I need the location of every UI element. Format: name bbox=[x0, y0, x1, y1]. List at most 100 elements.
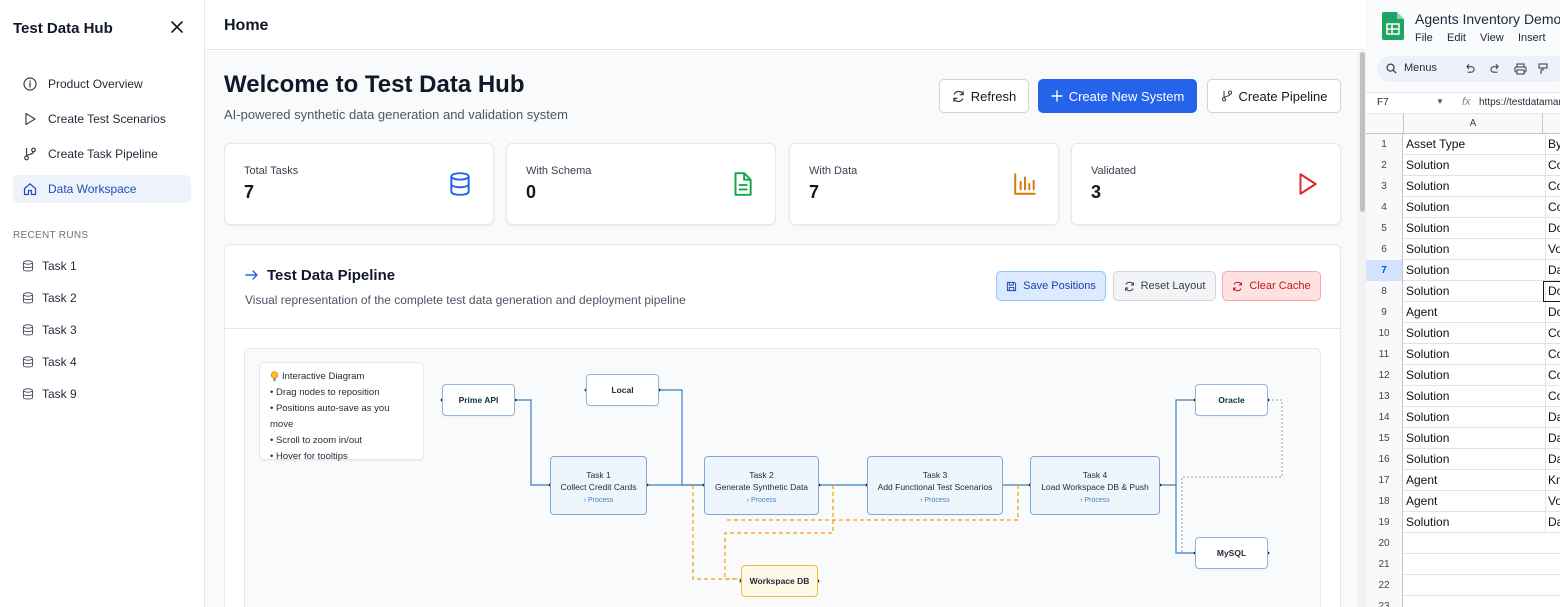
recent-run-item[interactable]: Task 9 bbox=[22, 385, 77, 403]
row-number[interactable]: 19 bbox=[1366, 512, 1403, 533]
cell-b[interactable]: Vo bbox=[1545, 491, 1560, 512]
row-number[interactable]: 14 bbox=[1366, 407, 1403, 428]
clear-cache-button[interactable]: Clear Cache bbox=[1222, 271, 1321, 301]
menu-view[interactable]: View bbox=[1480, 32, 1504, 44]
cell-a[interactable]: Solution bbox=[1406, 407, 1543, 428]
recent-run-item[interactable]: Task 1 bbox=[22, 257, 77, 275]
main-scrollbar-thumb[interactable] bbox=[1360, 52, 1365, 212]
cell-a[interactable]: Solution bbox=[1406, 449, 1543, 470]
nav-data-workspace[interactable]: Data Workspace bbox=[13, 175, 191, 203]
cell-b[interactable]: Co bbox=[1545, 344, 1560, 365]
menu-file[interactable]: File bbox=[1415, 32, 1433, 44]
node-task-1[interactable]: Task 1 Collect Credit Cards › Process bbox=[550, 456, 647, 515]
cell-a[interactable]: Solution bbox=[1406, 155, 1543, 176]
menu-edit[interactable]: Edit bbox=[1447, 32, 1466, 44]
cell-a[interactable]: Agent bbox=[1406, 302, 1543, 323]
formula-input[interactable]: https://testdatamanager bbox=[1479, 97, 1560, 108]
save-positions-button[interactable]: Save Positions bbox=[996, 271, 1106, 301]
recent-run-item[interactable]: Task 3 bbox=[22, 321, 77, 339]
cell-b[interactable]: Kn bbox=[1545, 470, 1560, 491]
row-number[interactable]: 9 bbox=[1366, 302, 1403, 323]
node-prime-api[interactable]: Prime API bbox=[442, 384, 515, 416]
node-local[interactable]: Local bbox=[586, 374, 659, 406]
row-number[interactable]: 17 bbox=[1366, 470, 1403, 491]
row-number[interactable]: 21 bbox=[1366, 554, 1403, 575]
row-number[interactable]: 3 bbox=[1366, 176, 1403, 197]
print-icon[interactable] bbox=[1514, 63, 1527, 78]
cell-b[interactable]: Da bbox=[1545, 512, 1560, 533]
create-pipeline-button[interactable]: Create Pipeline bbox=[1207, 79, 1341, 113]
cell-a[interactable]: Solution bbox=[1406, 218, 1543, 239]
cell-b[interactable]: Co bbox=[1545, 323, 1560, 344]
redo-icon[interactable] bbox=[1490, 63, 1501, 77]
row-number[interactable]: 22 bbox=[1366, 575, 1403, 596]
node-mysql[interactable]: MySQL bbox=[1195, 537, 1268, 569]
node-task-3[interactable]: Task 3 Add Functional Test Scenarios › P… bbox=[867, 456, 1003, 515]
row-number[interactable]: 2 bbox=[1366, 155, 1403, 176]
node-workspace-db[interactable]: Workspace DB bbox=[741, 565, 818, 597]
cell-b[interactable]: Da bbox=[1545, 428, 1560, 449]
cell-a[interactable]: Solution bbox=[1406, 344, 1543, 365]
cell-a[interactable]: Solution bbox=[1406, 197, 1543, 218]
cell-b[interactable]: Co bbox=[1545, 365, 1560, 386]
cell-reference[interactable]: F7 bbox=[1377, 97, 1389, 108]
reset-layout-button[interactable]: Reset Layout bbox=[1113, 271, 1216, 301]
row-number[interactable]: 12 bbox=[1366, 365, 1403, 386]
row-number[interactable]: 10 bbox=[1366, 323, 1403, 344]
close-icon[interactable] bbox=[168, 18, 186, 36]
cell-a[interactable]: Solution bbox=[1406, 323, 1543, 344]
recent-run-item[interactable]: Task 4 bbox=[22, 353, 77, 371]
row-number[interactable]: 7 bbox=[1366, 260, 1403, 281]
cell-b[interactable]: Co bbox=[1545, 176, 1560, 197]
node-oracle[interactable]: Oracle bbox=[1195, 384, 1268, 416]
cell-a[interactable]: Solution bbox=[1406, 428, 1543, 449]
selected-cell[interactable] bbox=[1543, 281, 1560, 302]
cell-a[interactable]: Solution bbox=[1406, 239, 1543, 260]
row-number[interactable]: 13 bbox=[1366, 386, 1403, 407]
sheet-title[interactable]: Agents Inventory Demo bbox=[1415, 11, 1560, 27]
cell-b[interactable]: Vo bbox=[1545, 239, 1560, 260]
cell-a[interactable]: Agent bbox=[1406, 470, 1543, 491]
row-number[interactable]: 8 bbox=[1366, 281, 1403, 302]
row-number[interactable]: 11 bbox=[1366, 344, 1403, 365]
cell-a[interactable]: Solution bbox=[1406, 512, 1543, 533]
recent-run-item[interactable]: Task 2 bbox=[22, 289, 77, 307]
row-number[interactable]: 4 bbox=[1366, 197, 1403, 218]
cell-b[interactable]: Co bbox=[1545, 386, 1560, 407]
cell-b[interactable]: Da bbox=[1545, 449, 1560, 470]
cell-a[interactable]: Solution bbox=[1406, 281, 1543, 302]
cell-a[interactable]: Solution bbox=[1406, 176, 1543, 197]
row-number[interactable]: 1 bbox=[1366, 134, 1403, 155]
cell-a[interactable]: Solution bbox=[1406, 365, 1543, 386]
task-process-link[interactable]: › Process bbox=[705, 497, 818, 504]
task-process-link[interactable]: › Process bbox=[551, 497, 646, 504]
nav-product-overview[interactable]: Product Overview bbox=[13, 70, 191, 98]
row-number[interactable]: 6 bbox=[1366, 239, 1403, 260]
cell-b[interactable]: Da bbox=[1545, 260, 1560, 281]
cell-b[interactable]: Do bbox=[1545, 302, 1560, 323]
row-number[interactable]: 5 bbox=[1366, 218, 1403, 239]
cell-b[interactable]: Da bbox=[1545, 407, 1560, 428]
row-number[interactable]: 15 bbox=[1366, 428, 1403, 449]
row-number[interactable]: 23 bbox=[1366, 596, 1403, 607]
node-task-2[interactable]: Task 2 Generate Synthetic Data › Process bbox=[704, 456, 819, 515]
menu-insert[interactable]: Insert bbox=[1518, 32, 1546, 44]
menus-search[interactable]: Menus bbox=[1386, 62, 1437, 74]
cell-a[interactable]: Agent bbox=[1406, 491, 1543, 512]
cell-b[interactable]: Co bbox=[1545, 197, 1560, 218]
cell-b[interactable]: By bbox=[1545, 134, 1560, 155]
row-number[interactable]: 16 bbox=[1366, 449, 1403, 470]
node-task-4[interactable]: Task 4 Load Workspace DB & Push › Proces… bbox=[1030, 456, 1160, 515]
undo-icon[interactable] bbox=[1464, 63, 1475, 77]
chevron-down-icon[interactable]: ▼ bbox=[1436, 97, 1444, 106]
nav-create-test-scenarios[interactable]: Create Test Scenarios bbox=[13, 105, 191, 133]
task-process-link[interactable]: › Process bbox=[868, 497, 1002, 504]
cell-a[interactable]: Solution bbox=[1406, 386, 1543, 407]
create-new-system-button[interactable]: Create New System bbox=[1038, 79, 1197, 113]
paint-format-icon[interactable] bbox=[1538, 63, 1548, 78]
task-process-link[interactable]: › Process bbox=[1031, 497, 1159, 504]
row-number[interactable]: 20 bbox=[1366, 533, 1403, 554]
cell-b[interactable]: Do bbox=[1545, 218, 1560, 239]
nav-create-task-pipeline[interactable]: Create Task Pipeline bbox=[13, 140, 191, 168]
cell-a[interactable]: Solution bbox=[1406, 260, 1543, 281]
